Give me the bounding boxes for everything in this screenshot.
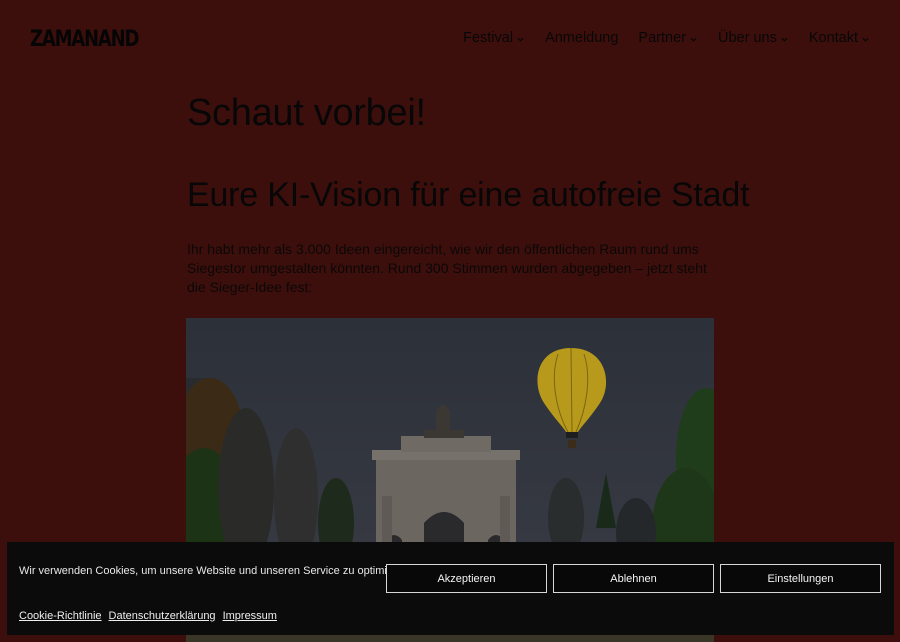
privacy-policy-link[interactable]: Datenschutzerklärung <box>109 610 216 622</box>
page-title: Schaut vorbei! <box>187 92 426 134</box>
nav-item-kontakt[interactable]: Kontakt <box>809 30 870 46</box>
cookie-policy-link[interactable]: Cookie-Richtlinie <box>19 610 102 622</box>
nav-item-festival[interactable]: Festival <box>463 30 525 46</box>
chevron-down-icon <box>781 37 788 42</box>
cookie-settings-button[interactable]: Einstellungen <box>720 564 881 593</box>
nav-item-ueber-uns[interactable]: Über uns <box>718 30 789 46</box>
main-navigation: Festival Anmeldung Partner Über uns Kont… <box>463 30 870 46</box>
site-logo[interactable]: ZAMANAND <box>30 27 139 52</box>
nav-item-anmeldung[interactable]: Anmeldung <box>545 30 618 46</box>
nav-item-label: Festival <box>463 30 514 46</box>
chevron-down-icon <box>862 37 869 42</box>
nav-item-partner[interactable]: Partner <box>638 30 698 46</box>
nav-item-label: Anmeldung <box>545 30 619 46</box>
cookie-message: Wir verwenden Cookies, um unsere Website… <box>19 565 412 577</box>
accept-cookies-button[interactable]: Akzeptieren <box>386 564 547 593</box>
intro-paragraph: Ihr habt mehr als 3.000 Ideen eingereich… <box>187 241 707 295</box>
chevron-down-icon <box>690 37 697 42</box>
cookie-consent-banner: Wir verwenden Cookies, um unsere Website… <box>7 542 894 635</box>
imprint-link[interactable]: Impressum <box>223 610 277 622</box>
nav-item-label: Über uns <box>717 30 777 46</box>
nav-item-label: Kontakt <box>808 30 858 46</box>
nav-item-label: Partner <box>638 30 686 46</box>
chevron-down-icon <box>517 37 524 42</box>
site-header: ZAMANAND Festival Anmeldung Partner Über… <box>0 0 900 80</box>
cookie-links: Cookie-Richtlinie Datenschutzerklärung I… <box>19 610 277 622</box>
section-heading: Eure KI-Vision für eine autofreie Stadt <box>187 176 750 214</box>
reject-cookies-button[interactable]: Ablehnen <box>553 564 714 593</box>
